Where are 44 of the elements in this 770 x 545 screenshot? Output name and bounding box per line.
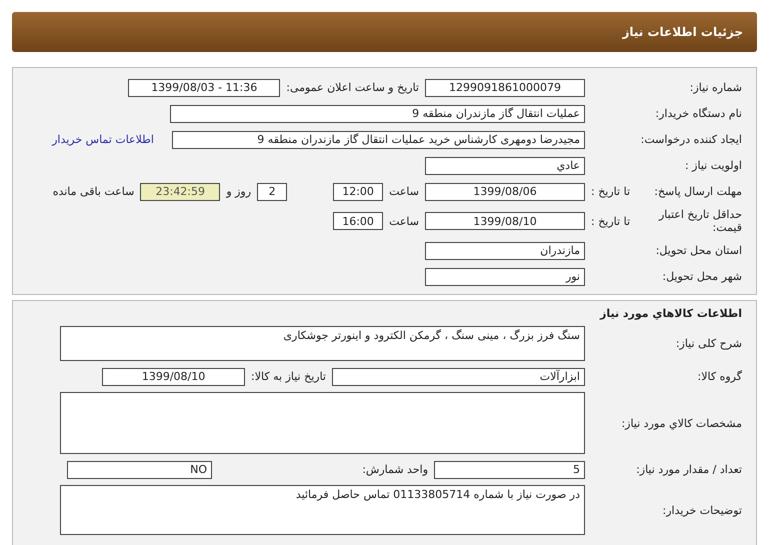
field-label: ساعت — [389, 185, 419, 198]
province-field: مازندران — [425, 242, 585, 260]
section-title: اطلاعات کالاهاي مورد نياز — [598, 307, 743, 320]
field-label: نام دستگاه خریدار: — [655, 107, 742, 120]
field-label: واحد شمارش: — [361, 463, 428, 476]
need-date-field: 1399/08/10 — [102, 368, 246, 386]
remaining-time-field: 23:42:59 — [140, 182, 220, 200]
need-number-field: 1299091861000079 — [425, 78, 585, 96]
field-label: تا تاریخ : — [591, 185, 630, 198]
field-label: روز و — [226, 185, 252, 198]
days-field: 2 — [257, 182, 288, 200]
field-label: مشخصات کالاي مورد نياز: — [621, 416, 742, 430]
announce-date-field: 1399/08/03 - 11:36 — [128, 78, 280, 96]
field-label: ساعت — [389, 214, 419, 228]
page-header: جزئیات اطلاعات نیاز — [12, 12, 757, 52]
requester-field: مجیدرضا دومهری کارشناس خرید عملیات انتقال گاز مازندران منطقه 9 — [172, 130, 585, 148]
field-label: مهلت ارسال پاسخ: — [654, 185, 742, 198]
field-label: حداقل تاریخ اعتبار قیمت: — [658, 208, 742, 234]
description-field: سنگ فرز بزرگ ، مینی سنگ ، گرمکن الکترود و اینورتر جوشکاری — [60, 326, 585, 361]
field-label: توضیحات خریدار: — [662, 504, 742, 516]
date-field: 1399/08/10 — [425, 212, 585, 230]
field-label: شرح کلی نیاز: — [676, 337, 742, 350]
date-field: 1399/08/06 — [425, 182, 585, 200]
buyer-contact-link[interactable]: اطلاعات تماس خریدار — [52, 133, 154, 146]
city-field: نور — [425, 268, 585, 286]
field-label: گروه کالا: — [698, 370, 742, 383]
goods-group-field: ابزارآلات — [332, 368, 585, 386]
field-label: تاریخ نیاز به کالا: — [251, 370, 326, 383]
notes-field: در صورت نیاز با شماره 01133805714 تماس حاصل فرمائید — [60, 485, 585, 535]
field-label: تاریخ و ساعت اعلان عمومی: — [286, 81, 419, 94]
time-field: 12:00 — [333, 182, 384, 200]
field-label: تا تاریخ : — [591, 214, 630, 228]
field-label: اولویت نیاز : — [684, 159, 742, 172]
field-label: ساعت باقی مانده — [52, 185, 134, 198]
field-label: تعداد / مقدار مورد نیاز: — [636, 463, 742, 476]
field-label: استان محل تحویل: — [656, 244, 742, 257]
unit-field: NO — [67, 460, 212, 478]
quantity-field: 5 — [434, 460, 585, 478]
buyer-field: عملیات انتقال گاز مازندران منطقه 9 — [170, 104, 585, 122]
priority-field: عادي — [425, 156, 585, 174]
field-label: شماره نیاز: — [690, 81, 742, 94]
field-label: ایجاد کننده درخواست: — [640, 133, 742, 146]
time-field: 16:00 — [333, 212, 384, 230]
field-label: شهر محل تحویل: — [662, 270, 742, 283]
